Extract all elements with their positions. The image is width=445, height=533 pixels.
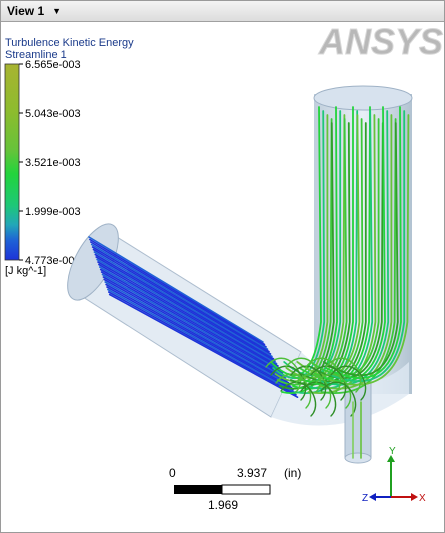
- axis-z-label: Z: [362, 493, 368, 504]
- view-label: View 1: [7, 4, 45, 18]
- scale-bar: 0 3.937 (in) 1.969: [169, 466, 301, 512]
- legend-colorbar: [4, 63, 20, 261]
- axis-triad: Y X Z: [362, 446, 426, 504]
- streamline: [270, 106, 322, 377]
- view-selector-dropdown[interactable]: View 1 ▼: [1, 1, 67, 21]
- scale-units: (in): [284, 466, 301, 480]
- 3d-viewport[interactable]: Turbulence Kinetic Energy Streamline 1 6…: [1, 22, 444, 532]
- legend-title: Turbulence Kinetic Energy: [5, 37, 134, 49]
- legend-tick-label: 1.999e-003: [25, 206, 81, 218]
- ansys-logo: ANSYS: [318, 22, 443, 62]
- scale-bar-white: [221, 484, 271, 495]
- viewport-window[interactable]: View 1 ▼ Turbulence Kinetic Energy Strea…: [0, 0, 445, 533]
- scale-right-label: 3.937: [237, 466, 267, 480]
- scale-mid-label: 1.969: [208, 498, 238, 512]
- legend-units: [J kg^-1]: [5, 265, 46, 277]
- chevron-down-icon[interactable]: ▼: [52, 6, 61, 16]
- axis-x-label: X: [419, 493, 426, 504]
- axis-y-label: Y: [389, 446, 396, 457]
- scale-bar-black: [174, 485, 222, 494]
- legend-tick-label: 3.521e-003: [25, 157, 81, 169]
- legend-tick-label: 5.043e-003: [25, 108, 81, 120]
- scale-left-label: 0: [169, 466, 176, 480]
- legend-tick-label: 6.565e-003: [25, 59, 81, 71]
- view-titlebar: View 1 ▼: [1, 1, 444, 22]
